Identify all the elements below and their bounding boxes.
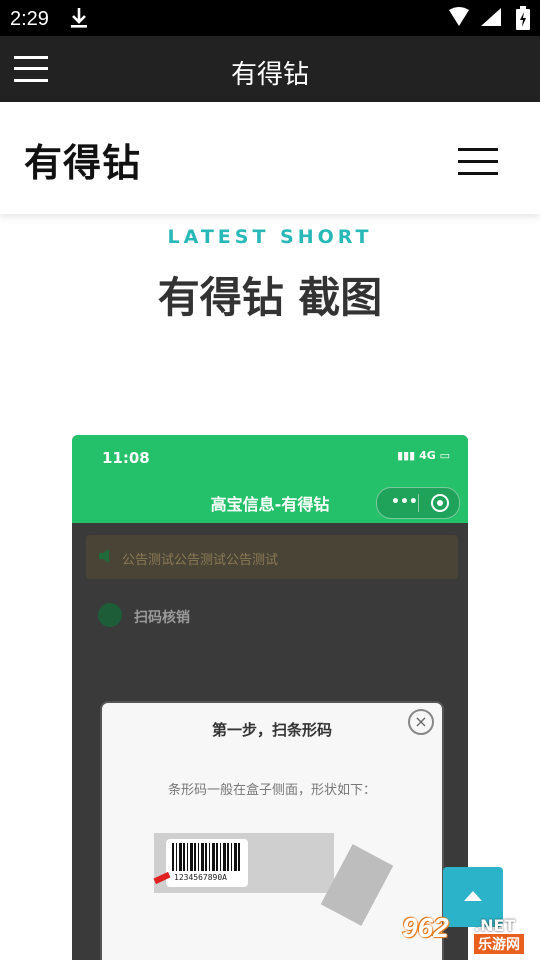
dialog-description: 条形码一般在盒子侧面，形状如下：	[167, 783, 376, 798]
scan-icon	[98, 603, 122, 627]
site-watermark-logo: 962 .NET 乐游网	[400, 912, 536, 956]
site-menu-button[interactable]	[458, 148, 498, 176]
more-icon: •••	[391, 494, 418, 510]
section-kicker: LATEST SHORT	[167, 226, 373, 248]
close-target-icon	[431, 494, 449, 512]
site-header: 有得钻	[0, 102, 540, 214]
section-heading: 有得钻 截图	[157, 273, 383, 322]
miniprogram-capsule: •••	[376, 487, 460, 519]
screenshot-time: 11:08	[102, 449, 150, 467]
speaker-icon	[99, 549, 109, 563]
download-icon	[71, 8, 87, 28]
app-bar-title: 有得钻	[230, 60, 309, 90]
dialog-title: 第一步，扫条形码	[211, 721, 332, 739]
screenshot-header: 11:08 ▮▮▮ 4G ▭ 高宝信息-有得钻 •••	[72, 435, 468, 523]
cellular-signal-icon	[481, 8, 501, 26]
battery-charging-icon	[516, 6, 530, 30]
barcode-icon	[172, 843, 242, 871]
app-bar: 有得钻	[0, 36, 540, 102]
screenshot-notice: 公告测试公告测试公告测试	[86, 535, 458, 579]
wifi-icon	[449, 7, 469, 26]
app-screenshot-image: 11:08 ▮▮▮ 4G ▭ 高宝信息-有得钻 ••• 公告测试公告测试公告测试…	[72, 435, 468, 960]
screenshot-network: ▮▮▮ 4G ▭	[397, 449, 450, 462]
status-time: 2:29	[10, 8, 49, 30]
status-bar: 2:29	[0, 0, 540, 36]
site-logo[interactable]: 有得钻	[24, 132, 141, 187]
screenshot-dialog: × 第一步，扫条形码 条形码一般在盒子侧面，形状如下： 1234567890A	[100, 701, 444, 960]
barcode-label: 1234567890A	[166, 839, 248, 887]
